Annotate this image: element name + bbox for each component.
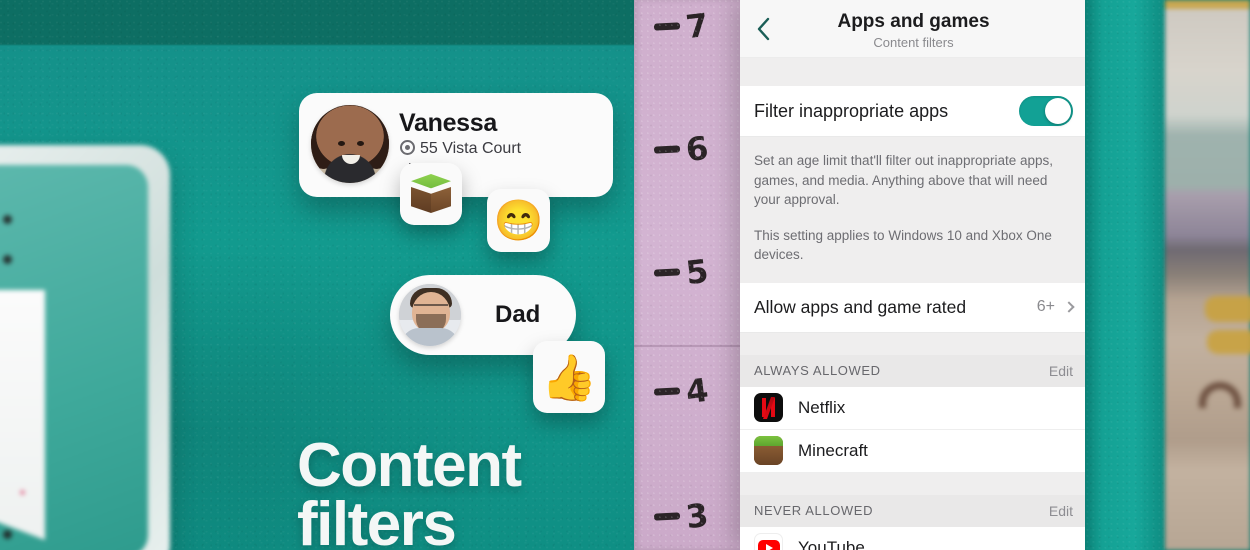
app-row-youtube[interactable]: YouTube xyxy=(740,526,1087,550)
section-title: ALWAYS ALLOWED xyxy=(754,363,881,379)
wall-seam xyxy=(634,345,745,347)
smiling-face-emoji-icon: 😁 xyxy=(493,199,544,243)
address-line-1: 55 Vista Court xyxy=(420,140,522,157)
panel-header: Apps and games Content filters xyxy=(740,0,1087,58)
app-name: YouTube xyxy=(798,537,865,550)
section-spacer xyxy=(740,332,1087,355)
section-title: NEVER ALLOWED xyxy=(754,503,874,519)
avatar xyxy=(399,284,461,346)
filter-inappropriate-apps-row[interactable]: Filter inappropriate apps xyxy=(740,86,1087,137)
contact-name: Vanessa xyxy=(399,109,497,137)
edit-button[interactable]: Edit xyxy=(1049,363,1073,379)
toggle-knob xyxy=(1045,98,1071,124)
page-title: Apps and games xyxy=(837,11,990,32)
youtube-icon xyxy=(754,533,783,550)
description-block: Set an age limit that'll filter out inap… xyxy=(740,137,1087,283)
app-row-minecraft[interactable]: Minecraft xyxy=(740,429,1087,473)
rating-value: 6+ xyxy=(1036,298,1055,316)
location-pin-icon xyxy=(400,140,415,155)
section-spacer xyxy=(740,472,1087,495)
minecraft-icon xyxy=(754,436,783,466)
chevron-right-icon xyxy=(1063,301,1075,313)
section-header-always-allowed: ALWAYS ALLOWED Edit xyxy=(740,354,1087,387)
settings-panel: Apps and games Content filters Filter in… xyxy=(740,0,1087,550)
pink-wall-ruler: 7 6 5 4 3 xyxy=(634,0,745,550)
avatar xyxy=(311,105,389,183)
filter-toggle-switch[interactable] xyxy=(1019,96,1073,126)
thumbs-up-emoji-badge: 👍 xyxy=(533,341,605,413)
thumbs-up-emoji-icon: 👍 xyxy=(540,351,598,403)
description-paragraph-2: This setting applies to Windows 10 and X… xyxy=(754,227,1052,263)
app-name: Minecraft xyxy=(798,440,868,460)
description-paragraph-1: Set an age limit that'll filter out inap… xyxy=(754,153,1053,208)
smiling-face-emoji-badge: 😁 xyxy=(487,189,550,252)
page-subtitle: Content filters xyxy=(873,35,954,50)
hook-object xyxy=(1199,382,1241,408)
rating-row-right: 6+ xyxy=(1036,298,1075,316)
rating-row-label: Allow apps and game rated xyxy=(754,296,967,317)
netflix-icon xyxy=(754,393,783,423)
teal-wall-right xyxy=(1085,0,1165,550)
paper-note xyxy=(0,290,45,540)
app-row-netflix[interactable]: Netflix xyxy=(740,386,1087,430)
minecraft-badge xyxy=(400,163,462,225)
shelf-object xyxy=(1205,296,1250,322)
section-header-never-allowed: NEVER ALLOWED Edit xyxy=(740,494,1087,527)
pegboard-decor: ••• ••• xyxy=(0,145,170,550)
contact-name: Dad xyxy=(495,301,541,328)
contact-address: 55 Vista Court xyxy=(400,140,521,158)
header-gap-band xyxy=(740,58,1087,86)
allow-apps-rating-row[interactable]: Allow apps and game rated 6+ xyxy=(740,282,1087,333)
edit-button[interactable]: Edit xyxy=(1049,503,1073,519)
app-name: Netflix xyxy=(798,397,846,417)
screenshot-stage: ••• ••• Vanessa 55 Vista Court , WA go 😁 xyxy=(0,0,1250,550)
filter-toggle-label: Filter inappropriate apps xyxy=(754,100,949,121)
blurred-room-background xyxy=(1165,0,1250,550)
minecraft-block-icon xyxy=(411,174,451,214)
shelf-object xyxy=(1207,330,1250,354)
page-headline: Content filters xyxy=(297,431,522,550)
